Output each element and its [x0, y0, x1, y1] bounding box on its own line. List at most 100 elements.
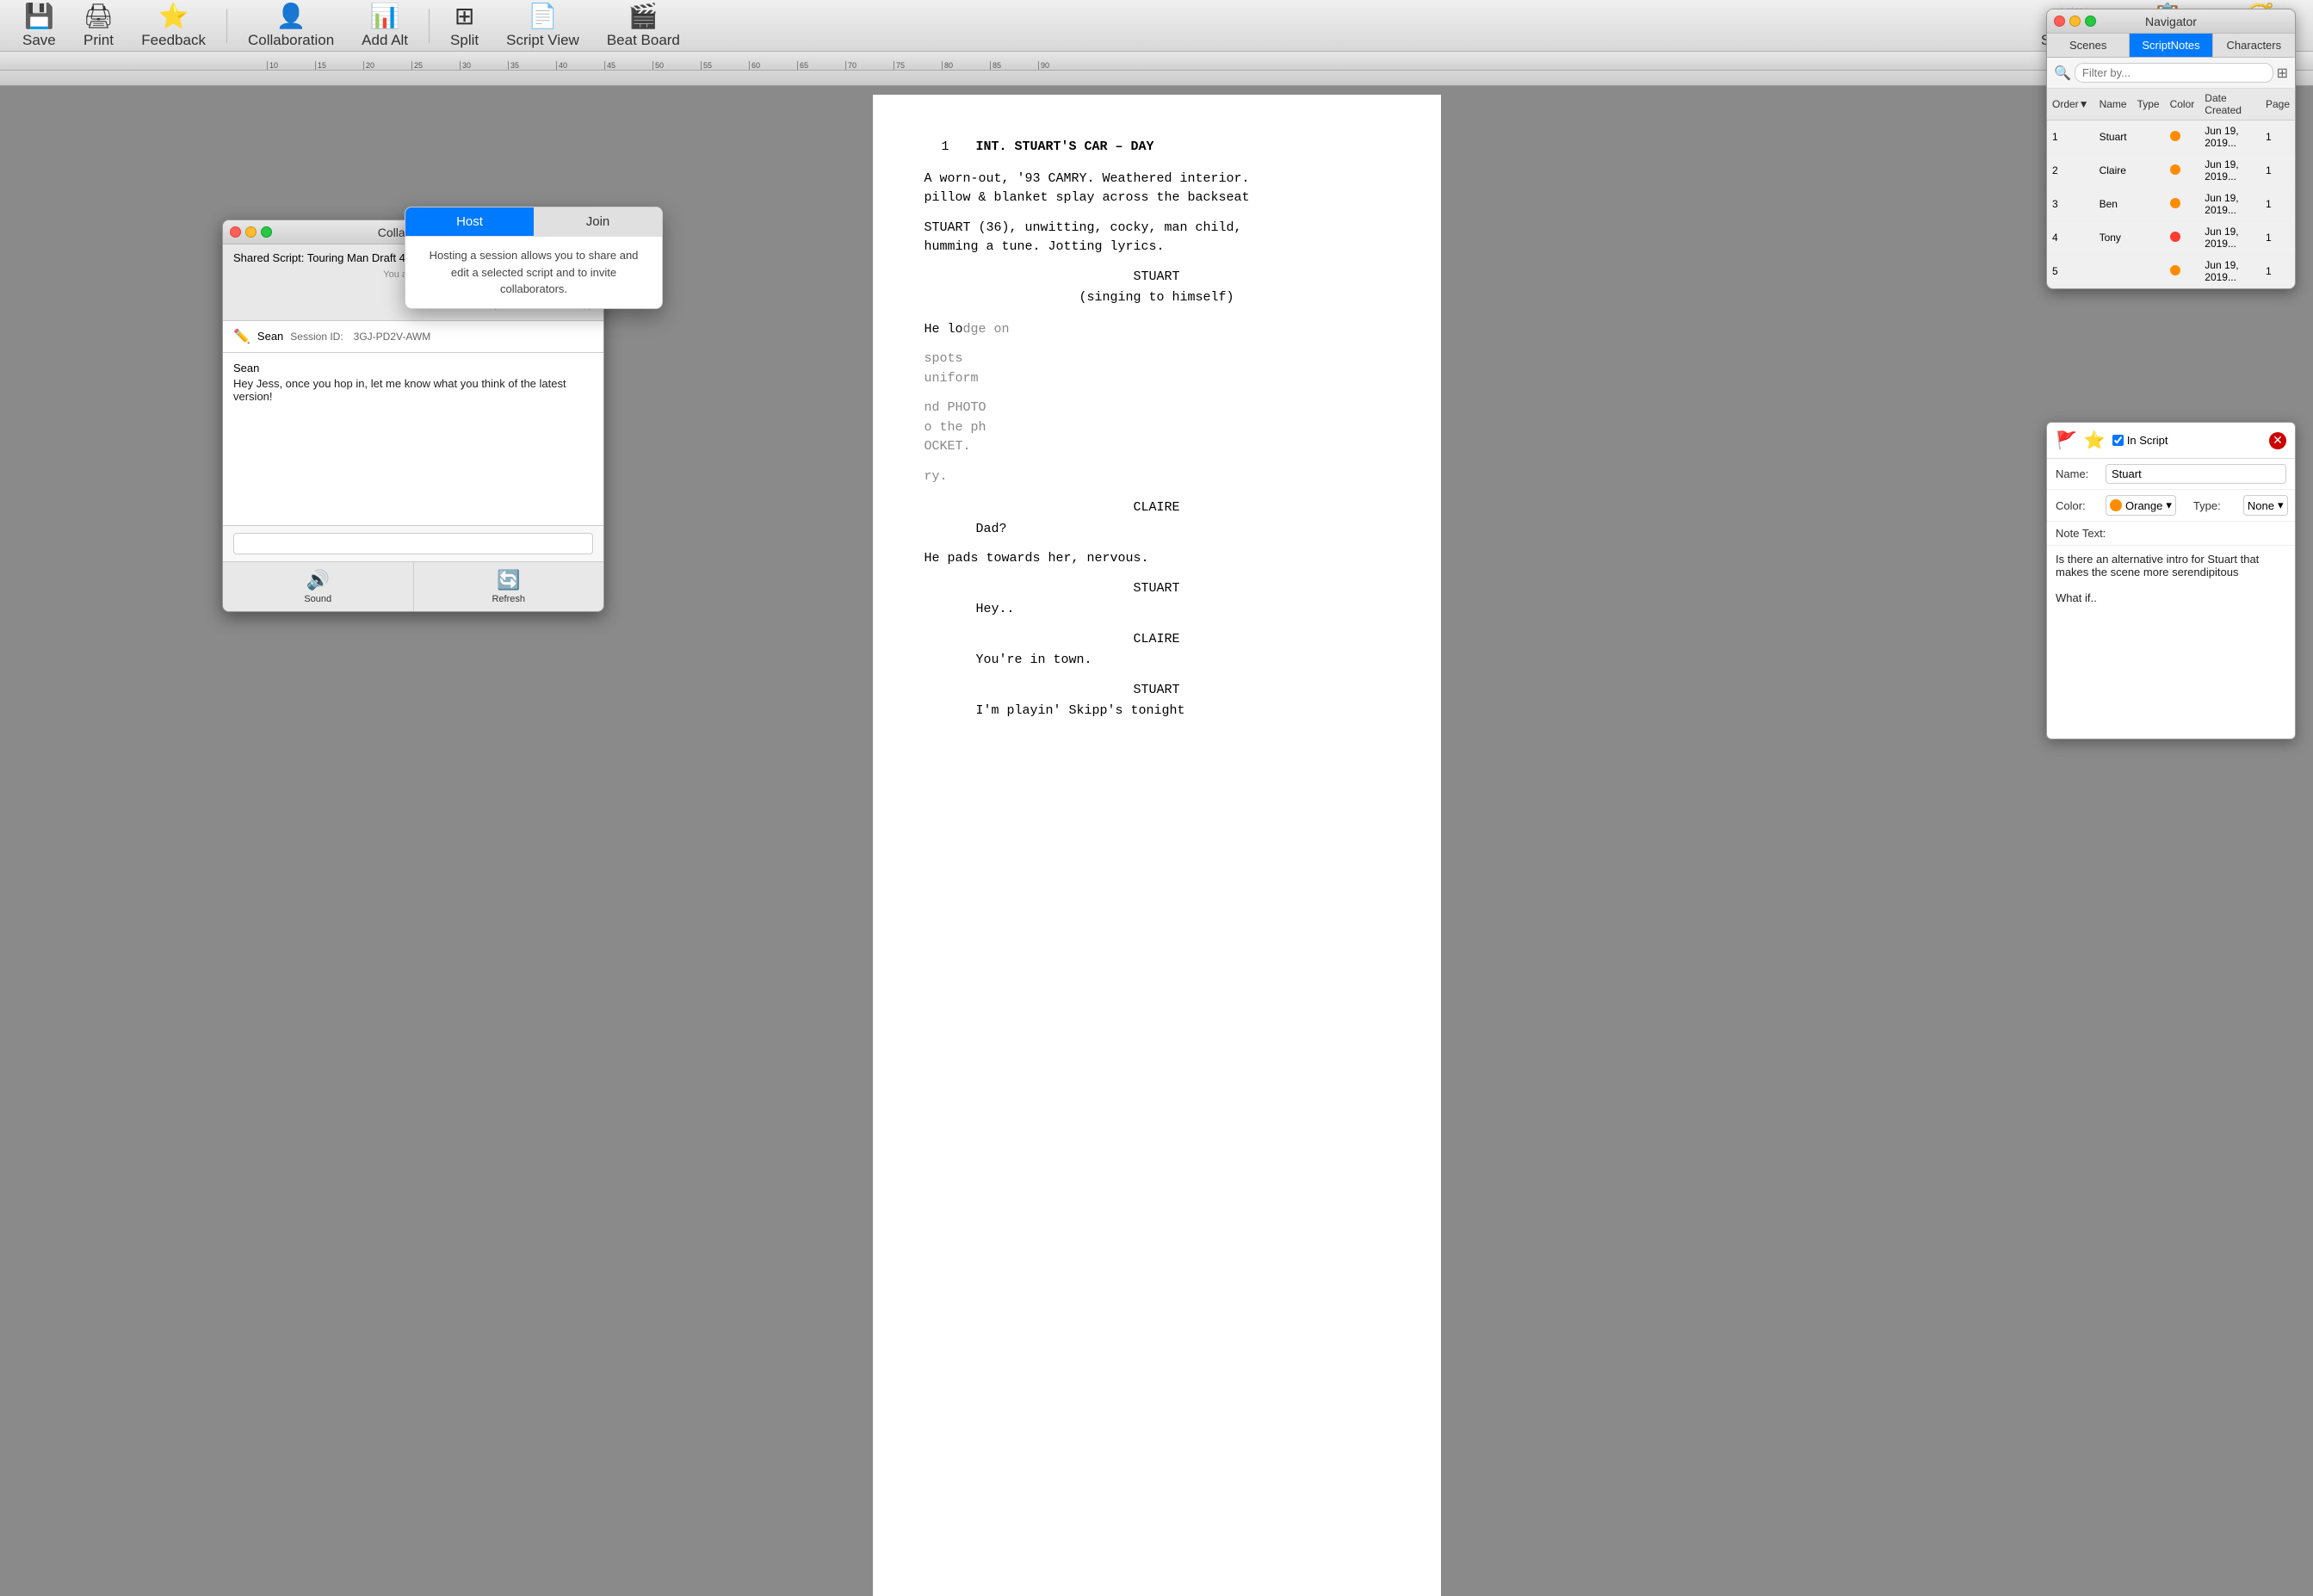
cell-name: Claire: [2094, 154, 2132, 188]
action-3: He lodge on: [925, 320, 1389, 340]
split-button[interactable]: ⊞ Split: [436, 0, 492, 53]
host-button[interactable]: Host: [405, 207, 534, 236]
color-value: Orange: [2125, 499, 2162, 512]
sound-label: Sound: [304, 594, 331, 604]
minimize-button[interactable]: [2069, 15, 2081, 27]
beat-board-button[interactable]: 🎬 Beat Board: [593, 0, 694, 53]
cell-order: 5: [2047, 255, 2094, 288]
cell-type: [2132, 188, 2165, 221]
cell-name: Ben: [2094, 188, 2132, 221]
table-row[interactable]: 5 Jun 19, 2019... 1: [2047, 255, 2295, 288]
character-5: STUART: [925, 681, 1389, 701]
name-label: Name:: [2056, 467, 2099, 480]
col-type[interactable]: Type: [2132, 89, 2165, 121]
color-dot: [2110, 499, 2122, 511]
message-text: Hey Jess, once you hop in, let me know w…: [233, 377, 593, 403]
character-2: CLAIRE: [925, 498, 1389, 518]
color-select[interactable]: Orange ▾: [2106, 495, 2176, 516]
print-icon: 🖨: [83, 2, 114, 30]
navigator-titlebar: Navigator: [2047, 9, 2295, 34]
script-view-button[interactable]: 📄 Script View: [492, 0, 593, 53]
message-input[interactable]: [233, 533, 593, 554]
print-button[interactable]: 🖨 Print: [70, 0, 128, 53]
join-button[interactable]: Join: [534, 207, 662, 236]
cell-type: [2132, 221, 2165, 255]
close-button[interactable]: [2054, 15, 2065, 27]
type-value: None: [2248, 499, 2274, 512]
sound-button[interactable]: 🔊 Sound: [223, 562, 414, 611]
cell-order: 1: [2047, 121, 2094, 154]
navigator-search: 🔍 ⊞: [2047, 58, 2295, 89]
grid-icon[interactable]: ⊞: [2277, 65, 2288, 82]
pencil-icon: ✏️: [233, 328, 250, 345]
collaboration-label: Collaboration: [248, 32, 334, 49]
type-chevron-icon: ▾: [2278, 498, 2284, 512]
collab-maximize-button[interactable]: [261, 226, 272, 238]
cell-name: Stuart: [2094, 121, 2132, 154]
cell-page: 1: [2260, 255, 2295, 288]
cell-page: 1: [2260, 121, 2295, 154]
table-row[interactable]: 4 Tony Jun 19, 2019... 1: [2047, 221, 2295, 255]
dialogue-3: Hey..: [976, 600, 1338, 620]
note-text-area[interactable]: Is there an alternative intro for Stuart…: [2047, 545, 2295, 734]
refresh-button[interactable]: 🔄 Refresh: [414, 562, 604, 611]
table-row[interactable]: 3 Ben Jun 19, 2019... 1: [2047, 188, 2295, 221]
cell-date: Jun 19, 2019...: [2199, 121, 2260, 154]
type-select[interactable]: None ▾: [2243, 495, 2288, 516]
session-id-value: 3GJ-PD2V-AWM: [354, 331, 431, 343]
color-label: Color:: [2056, 499, 2099, 512]
color-field-row: Color: Orange ▾ Type: None ▾: [2047, 490, 2295, 522]
print-label: Print: [83, 32, 114, 49]
feedback-button[interactable]: ⭐ Feedback: [127, 0, 220, 53]
collab-minimize-button[interactable]: [245, 226, 257, 238]
search-input[interactable]: [2075, 63, 2273, 83]
collab-close-button[interactable]: [230, 226, 241, 238]
maximize-button[interactable]: [2085, 15, 2096, 27]
cell-date: Jun 19, 2019...: [2199, 154, 2260, 188]
character-4: CLAIRE: [925, 630, 1389, 650]
col-order[interactable]: Order▼: [2047, 89, 2094, 121]
close-button[interactable]: ✕: [2269, 432, 2286, 449]
cell-date: Jun 19, 2019...: [2199, 255, 2260, 288]
sound-icon: 🔊: [306, 569, 330, 591]
split-icon: ⊞: [455, 2, 474, 30]
refresh-label: Refresh: [492, 594, 525, 604]
add-alt-button[interactable]: 📊 Add Alt: [348, 0, 422, 53]
script-page[interactable]: 1 INT. STUART'S CAR – DAY A worn-out, '9…: [873, 95, 1441, 1596]
tab-characters[interactable]: Characters: [2213, 34, 2295, 57]
refresh-icon: 🔄: [497, 569, 520, 591]
in-script-checkbox[interactable]: [2112, 435, 2124, 446]
ruler: 10 15 20 25 30 35 40 45 50 55 60 65 70 7…: [0, 52, 2313, 71]
cell-color: [2165, 255, 2200, 288]
collab-user-row: ✏️ Sean Session ID: 3GJ-PD2V-AWM: [223, 321, 603, 353]
cell-order: 2: [2047, 154, 2094, 188]
cell-type: [2132, 154, 2165, 188]
beat-board-label: Beat Board: [607, 32, 680, 49]
navigator-table: Order▼ Name Type Color Date Created Page…: [2047, 89, 2295, 288]
col-date[interactable]: Date Created: [2199, 89, 2260, 121]
flag-icon: 🚩: [2056, 430, 2077, 451]
dialogue-4: You're in town.: [976, 651, 1338, 671]
collaboration-button[interactable]: 👤 Collaboration: [234, 0, 348, 53]
star-icon: ⭐: [2084, 430, 2106, 451]
save-button[interactable]: 💾 Save: [9, 0, 70, 53]
secondary-ruler: [0, 71, 2313, 86]
tab-scenes[interactable]: Scenes: [2047, 34, 2130, 57]
scriptnotes-detail: 🚩 ⭐ In Script ✕ Name: Color: Orange ▾ Ty…: [2046, 422, 2296, 739]
character-1: STUART: [925, 268, 1389, 288]
name-input[interactable]: [2106, 464, 2286, 484]
cell-order: 4: [2047, 221, 2094, 255]
table-row[interactable]: 2 Claire Jun 19, 2019... 1: [2047, 154, 2295, 188]
col-page[interactable]: Page: [2260, 89, 2295, 121]
navigator-traffic-lights: [2054, 15, 2096, 27]
divider-1: [226, 9, 227, 43]
note-text-label: Note Text:: [2047, 522, 2295, 545]
scene-number: 1: [942, 138, 949, 158]
col-name[interactable]: Name: [2094, 89, 2132, 121]
feedback-icon: ⭐: [158, 2, 189, 30]
save-icon: 💾: [24, 2, 54, 30]
tab-scriptnotes[interactable]: ScriptNotes: [2130, 34, 2212, 57]
parenthetical-1: (singing to himself): [925, 288, 1389, 308]
col-color[interactable]: Color: [2165, 89, 2200, 121]
table-row[interactable]: 1 Stuart Jun 19, 2019... 1: [2047, 121, 2295, 154]
